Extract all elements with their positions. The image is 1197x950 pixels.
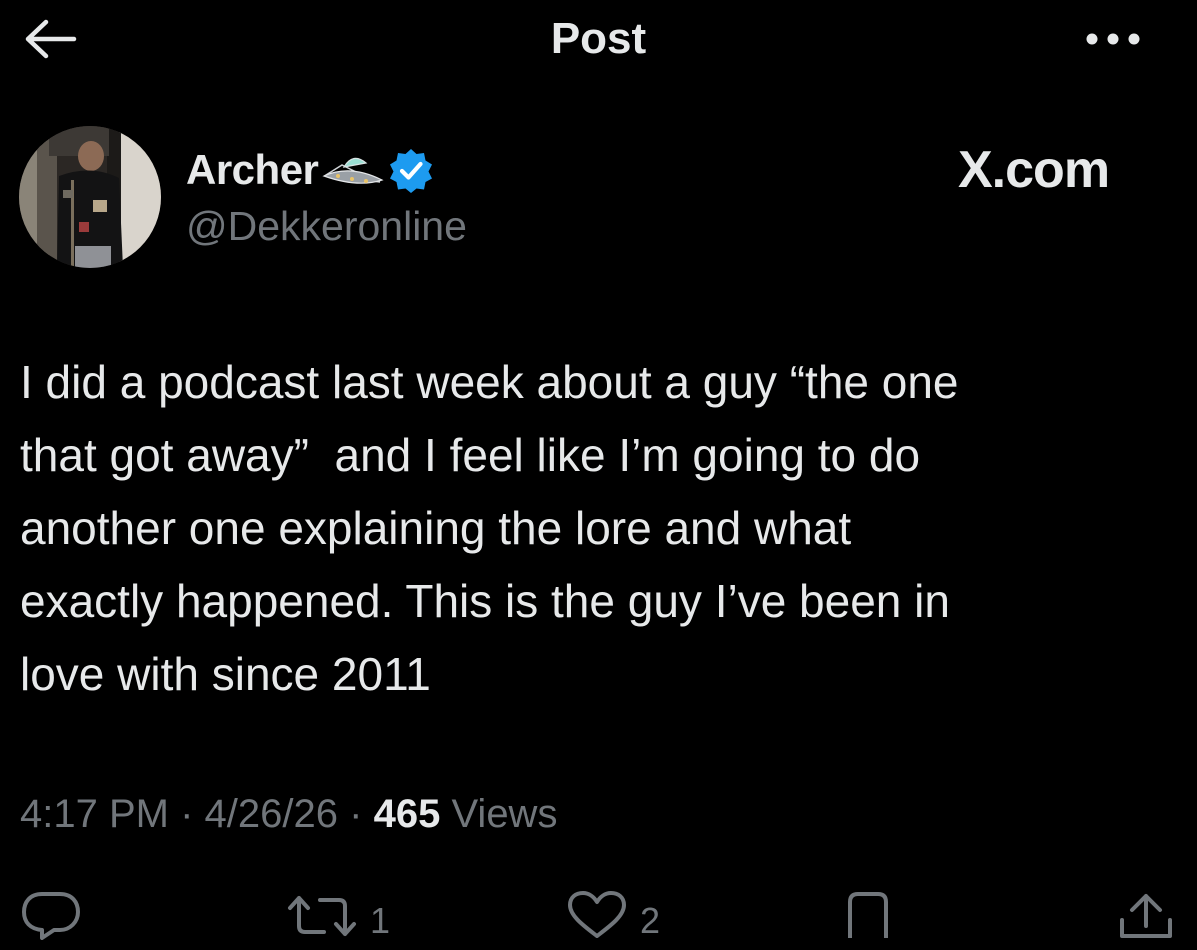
meta-separator: ·: [180, 792, 194, 836]
share-button[interactable]: [1116, 890, 1176, 950]
post-time[interactable]: 4:17 PM: [20, 792, 169, 837]
back-button[interactable]: [18, 16, 82, 66]
author-handle[interactable]: @Dekkeronline: [186, 203, 467, 250]
author-name-row[interactable]: Archer: [186, 140, 434, 200]
views-label: Views: [451, 792, 558, 836]
more-options-button[interactable]: [1078, 18, 1148, 64]
page-title: Post: [550, 14, 647, 63]
bookmark-button[interactable]: [842, 890, 894, 950]
post-meta: 4:17 PM · 4/26/26 · 465 Views: [20, 792, 557, 837]
flying-saucer-icon: [322, 150, 384, 190]
like-count: 2: [640, 900, 661, 941]
reply-button[interactable]: [20, 890, 94, 950]
author-display-name[interactable]: Archer: [186, 146, 319, 194]
repost-button[interactable]: 1: [286, 890, 390, 950]
arrow-left-icon: [22, 19, 78, 64]
views-label-space: [440, 792, 451, 837]
post-text: I did a podcast last week about a guy “t…: [20, 356, 959, 700]
verified-badge-icon[interactable]: [388, 147, 434, 193]
avatar[interactable]: [19, 126, 161, 268]
views-count: 465: [373, 792, 441, 836]
brand-watermark: X.com: [958, 141, 1110, 199]
repost-count: 1: [370, 900, 391, 941]
more-dots-icon: [1083, 32, 1143, 51]
post-date[interactable]: 4/26/26: [205, 792, 338, 837]
like-button[interactable]: 2: [566, 890, 660, 950]
meta-separator: ·: [349, 792, 363, 836]
